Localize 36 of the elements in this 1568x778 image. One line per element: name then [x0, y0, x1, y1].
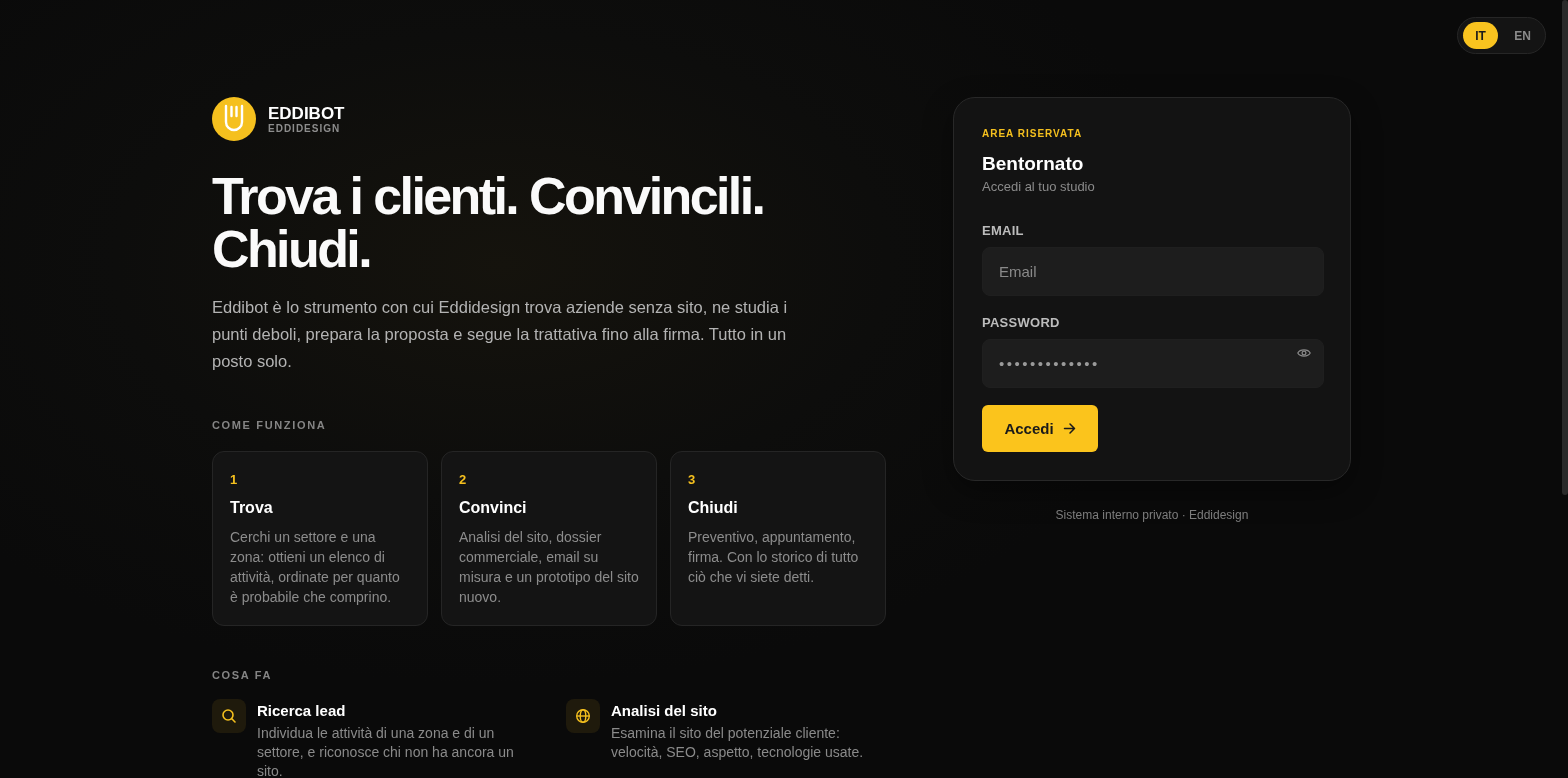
search-icon: [212, 699, 246, 733]
logo-icon: [212, 97, 256, 141]
step-number: 1: [230, 471, 239, 488]
card-subtitle: Accedi al tuo studio: [982, 178, 1095, 195]
hero-headline: Trova i clienti. Convincili. Chiudi.: [212, 170, 765, 276]
brand-name: EDDIBOT: [268, 103, 345, 123]
field-label: PASSWORD: [982, 314, 1060, 331]
feature-title: Analisi del sito: [611, 701, 718, 721]
step-title: Chiudi: [688, 498, 739, 518]
step-number: 2: [459, 471, 468, 488]
language-tab[interactable]: IT: [1463, 22, 1498, 49]
step-title: Convinci: [459, 498, 528, 518]
password-field[interactable]: •••••••••••••: [982, 339, 1324, 388]
footer-note: Sistema interno privato · Eddidesign: [1055, 508, 1249, 523]
email-field[interactable]: Email: [982, 247, 1324, 296]
step-description: Cerchi un settore e una zona: ottieni un elenco di attività, ordinate per quanto è probabile che comprino.: [230, 528, 401, 607]
globe-icon: [566, 699, 600, 733]
section-heading: COSA FA: [212, 668, 274, 682]
step-number: 3: [688, 471, 697, 488]
feature-description: Esamina il sito del potenziale cliente: velocità, SEO, aspetto, tecnologie usate.: [611, 724, 865, 762]
login-button[interactable]: Accedi: [982, 405, 1098, 452]
hero-description: Eddibot è lo strumento con cui Eddidesign trova aziende senza sito, ne studia i punti deboli, prepara la proposta e segue la trattativa fino alla firma. Tutto in un posto solo.: [212, 297, 789, 372]
card-eyebrow: AREA RISERVATA: [982, 127, 1083, 140]
step-description: Analisi del sito, dossier commerciale, email su misura e un prototipo del sito nuovo.: [459, 528, 640, 607]
feature-title: Ricerca lead: [257, 701, 347, 721]
section-heading: COME FUNZIONA: [212, 418, 328, 432]
language-tab[interactable]: EN: [1505, 22, 1540, 49]
eye-icon[interactable]: [1297, 348, 1311, 358]
brand-subtitle: EDDIDESIGN: [268, 122, 342, 135]
feature-description: Individua le attività di una zona e di un settore, e riconosce chi non ha ancora un sito.: [257, 724, 515, 778]
step-title: Trova: [230, 498, 274, 518]
arrow-right-icon: [1062, 422, 1076, 435]
card-title: Bentornato: [982, 152, 1084, 176]
field-label: EMAIL: [982, 222, 1024, 239]
scrollbar-thumb[interactable]: [1562, 0, 1568, 495]
step-description: Preventivo, appuntamento, firma. Con lo storico di tutto ciò che vi siete detti.: [688, 528, 860, 587]
